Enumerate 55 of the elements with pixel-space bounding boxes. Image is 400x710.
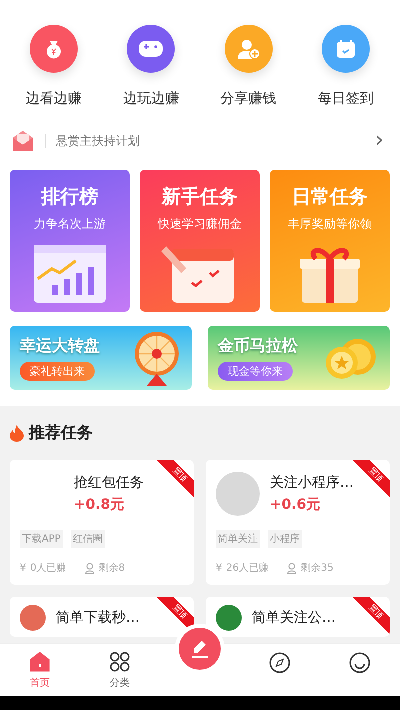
feature-card-subtitle: 丰厚奖励等你领	[288, 216, 372, 233]
flame-icon	[10, 424, 24, 442]
section-title: 推荐任务	[29, 422, 93, 444]
grid-icon[interactable]	[109, 650, 131, 672]
task-title: 抢红包任务	[74, 474, 144, 492]
quick-action-label[interactable]: 边看边赚	[26, 90, 82, 108]
remaining-count: 剩余35	[301, 562, 334, 575]
quick-action-icon[interactable]	[127, 25, 176, 73]
feature-card[interactable]: 排行榜 力争名次上游	[10, 170, 130, 312]
quick-action-icon[interactable]	[224, 25, 273, 73]
earned-count: 0人已赚	[30, 562, 67, 575]
nav-label[interactable]: 首页	[30, 676, 50, 690]
promo-banner[interactable]: 金币马拉松 现金等你来	[208, 326, 390, 390]
task-card[interactable]: 置顶 简单关注公…	[206, 597, 390, 637]
nav-label[interactable]: 分类	[110, 676, 130, 690]
feature-card-title: 日常任务	[292, 185, 368, 210]
person-icon	[287, 562, 298, 574]
task-reward: +0.8元	[74, 496, 126, 514]
yen-sign: ¥	[20, 562, 26, 574]
task-card[interactable]: 置顶 关注小程序… +0.6元 简单关注 小程序 ¥ 26人已赚 剩余35	[206, 460, 390, 585]
task-title: 关注小程序…	[270, 474, 354, 492]
yen-sign: ¥	[216, 562, 222, 574]
feature-card-title: 新手任务	[162, 185, 238, 210]
task-tag: 小程序	[268, 530, 302, 548]
notice-text[interactable]: 悬赏主扶持计划	[56, 132, 376, 150]
chevron-icon[interactable]: ›	[375, 130, 384, 152]
quick-action-icon[interactable]	[30, 25, 78, 73]
quick-action-label[interactable]: 每日签到	[318, 90, 374, 108]
promo-banner-button[interactable]: 现金等你来	[218, 362, 293, 380]
quick-action-label[interactable]: 分享赚钱	[220, 90, 277, 108]
task-tag: 下载APP	[20, 530, 63, 548]
earned-count: 26人已赚	[226, 562, 270, 575]
prize-wheel-icon	[134, 330, 180, 386]
feature-card[interactable]: 新手任务 快速学习赚佣金	[140, 170, 260, 312]
remaining-count: 剩余8	[98, 562, 126, 575]
task-card[interactable]: 置顶 抢红包任务 +0.8元 下载APP 红信圈 ¥ 0人已赚 剩余8	[10, 460, 194, 585]
feature-card-subtitle: 快速学习赚佣金	[158, 216, 242, 233]
promo-banner-title: 幸运大转盘	[20, 336, 100, 356]
smiley-icon[interactable]	[349, 652, 371, 674]
task-reward: +0.6元	[270, 496, 322, 514]
quick-action-icon[interactable]	[322, 25, 370, 73]
task-tag: 简单关注	[216, 530, 260, 548]
task-title: 简单关注公…	[252, 609, 336, 627]
person-icon	[84, 562, 95, 574]
envelope-icon	[11, 130, 35, 152]
quick-action-label[interactable]: 边玩边赚	[123, 90, 180, 108]
promo-banner-title: 金币马拉松	[218, 336, 298, 356]
pencil-icon[interactable]	[189, 638, 211, 660]
task-tag: 红信圈	[70, 530, 105, 548]
feature-card-title: 排行榜	[42, 185, 98, 210]
task-title: 简单下载秒…	[56, 609, 140, 627]
task-card[interactable]: 置顶 简单下载秒…	[10, 597, 194, 637]
home-icon[interactable]	[29, 650, 51, 672]
feature-card-subtitle: 力争名次上游	[34, 216, 106, 233]
compass-icon[interactable]	[269, 652, 291, 674]
